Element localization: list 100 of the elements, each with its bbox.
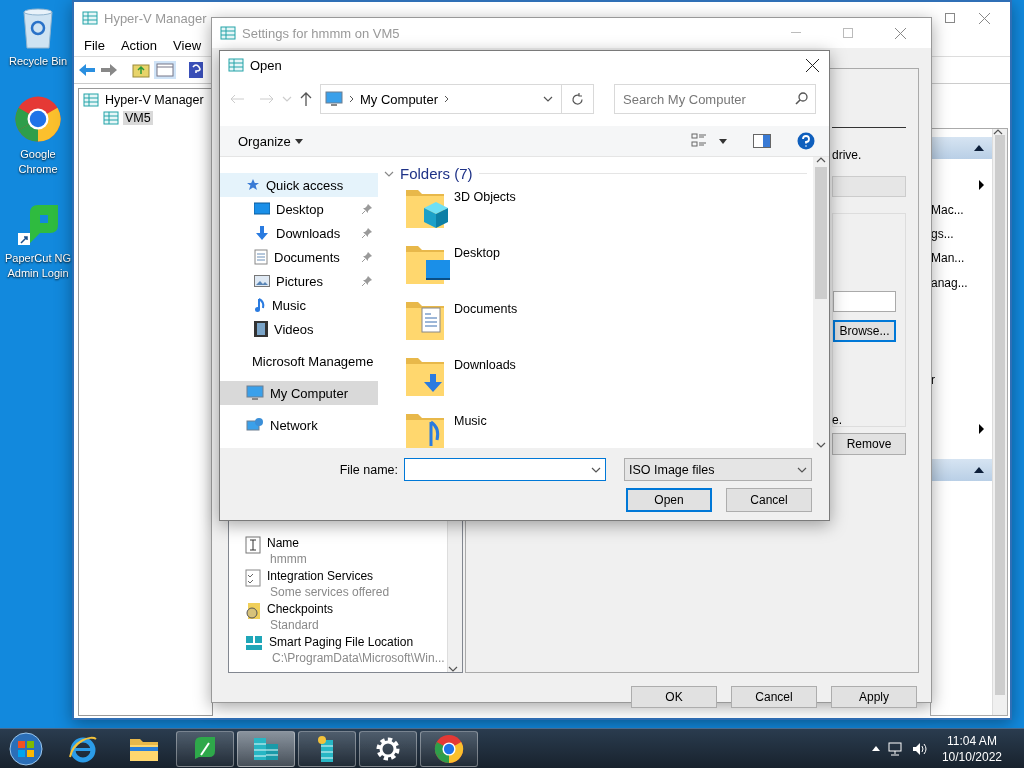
dialog-button[interactable]: OK [631,686,717,708]
menu-item[interactable]: Action [112,37,166,53]
show-hidden-icons-icon[interactable] [871,746,880,751]
folder-name[interactable]: Documents [454,294,518,350]
section-header[interactable] [931,459,992,482]
address-bar[interactable]: My Computer [320,84,562,114]
caret-icon [294,138,303,144]
file-name-field[interactable] [404,458,606,481]
monitor-icon [246,385,264,401]
nav-item[interactable]: Quick access [220,173,378,197]
refresh-button[interactable] [562,84,594,114]
scroll-down-icon [816,442,826,448]
star-icon [246,178,260,192]
desktop-icon-label[interactable]: Google Chrome [2,147,74,177]
recent-dropdown-icon [282,96,292,102]
close-icon[interactable] [806,58,819,72]
help-icon[interactable] [797,132,815,150]
film-icon [254,321,268,337]
leaf-shortcut-icon [16,203,60,247]
volume-icon[interactable] [911,741,928,756]
description-text: drive. [832,148,863,162]
desktop-icon-label[interactable]: Recycle Bin [2,54,74,69]
document-icon [254,249,268,265]
taskbar-button[interactable] [237,730,295,767]
setting-value: hmmm [269,551,307,567]
task-link[interactable]: anag... [931,275,984,290]
nav-item[interactable]: My Computer [220,381,378,405]
clock[interactable]: 11:04 AM 10/10/2022 [941,732,1002,765]
nav-item[interactable]: Network [220,413,378,437]
field-label: File name: [339,462,398,477]
section-header[interactable] [931,137,992,159]
folder-name[interactable]: Music [454,406,487,448]
help-icon[interactable] [188,61,204,79]
folder-name[interactable]: 3D Objects [454,182,516,238]
group-header[interactable]: Folders (7) [384,165,813,182]
chrome-icon [14,95,62,143]
dialog-button[interactable]: Open [626,488,712,512]
scrollbar[interactable] [813,157,829,448]
maximize-icon [843,28,853,38]
clock-folder-icon [245,602,261,620]
task-link[interactable]: r [931,373,984,388]
network-icon [246,417,264,433]
chrome-icon [434,733,464,764]
path-text[interactable]: My Computer [360,91,439,107]
setting-name[interactable]: Smart Paging File Location [269,635,445,650]
dialog-button[interactable]: Apply [831,686,917,708]
dialog-button[interactable]: Cancel [726,488,812,512]
app-icon [82,10,98,26]
folder-name[interactable]: Downloads [454,350,516,406]
tree-item[interactable]: Hyper-V Manager [103,93,206,107]
view-options-icon[interactable] [691,133,707,149]
chevron-right-icon [444,95,450,103]
scroll-up-icon [816,157,826,163]
file-type-dropdown[interactable]: ISO Image files [624,458,812,481]
remove-button[interactable]: Remove [832,433,906,455]
taskbar-button[interactable] [420,730,478,767]
task-link[interactable]: gs... [931,226,984,241]
task-link[interactable]: Mac... [931,202,984,217]
preview-pane-icon[interactable] [753,134,771,148]
browse-button[interactable]: Browse... [833,320,896,342]
tree-item[interactable]: VM5 [123,111,153,125]
up-arrow-icon[interactable] [300,92,312,106]
screen-icon [254,202,270,216]
nav-item[interactable]: Microsoft Manageme [220,349,378,373]
nav-item[interactable]: Music [220,293,378,317]
close-icon [894,27,906,39]
task-link[interactable]: Man... [931,251,984,266]
memory-icon [245,635,263,651]
folder-name[interactable]: Desktop [454,238,500,294]
description-text: e. [832,413,843,427]
desktop-icon-label[interactable]: PaperCut NG Admin Login [2,251,74,281]
monitor-icon [325,91,343,107]
chevron-down-icon [384,170,394,177]
download-icon [254,225,270,241]
text-cursor-icon [245,536,261,554]
setting-name[interactable]: Integration Services [267,569,390,584]
dialog-button[interactable]: Cancel [731,686,817,708]
scrollbar[interactable] [992,129,1007,715]
setting-value: Some services offered [269,584,390,600]
network-icon[interactable] [887,741,904,756]
nav-item[interactable]: Videos [220,317,378,341]
nav-item[interactable]: Pictures [220,269,378,293]
taskbar-button[interactable] [359,730,417,767]
path-field[interactable] [833,291,896,312]
nav-item[interactable]: Downloads [220,221,378,245]
organize-button[interactable]: Organize [238,133,303,149]
search-field[interactable]: Search My Computer [614,84,816,114]
back-arrow-icon[interactable] [78,63,96,77]
server-icon [103,110,119,126]
taskbar-button[interactable] [298,730,356,767]
dialog-title: Open [250,57,282,73]
menu-item[interactable]: File [76,37,113,53]
setting-name[interactable]: Name [267,536,307,551]
caret-icon[interactable] [719,138,727,144]
menu-item[interactable]: View [165,37,210,53]
folder-up-icon[interactable] [132,62,150,78]
nav-item[interactable]: Documents [220,245,378,269]
nav-item[interactable]: Desktop [220,197,378,221]
forward-arrow-icon[interactable] [100,63,118,77]
setting-name[interactable]: Checkpoints [267,602,334,617]
